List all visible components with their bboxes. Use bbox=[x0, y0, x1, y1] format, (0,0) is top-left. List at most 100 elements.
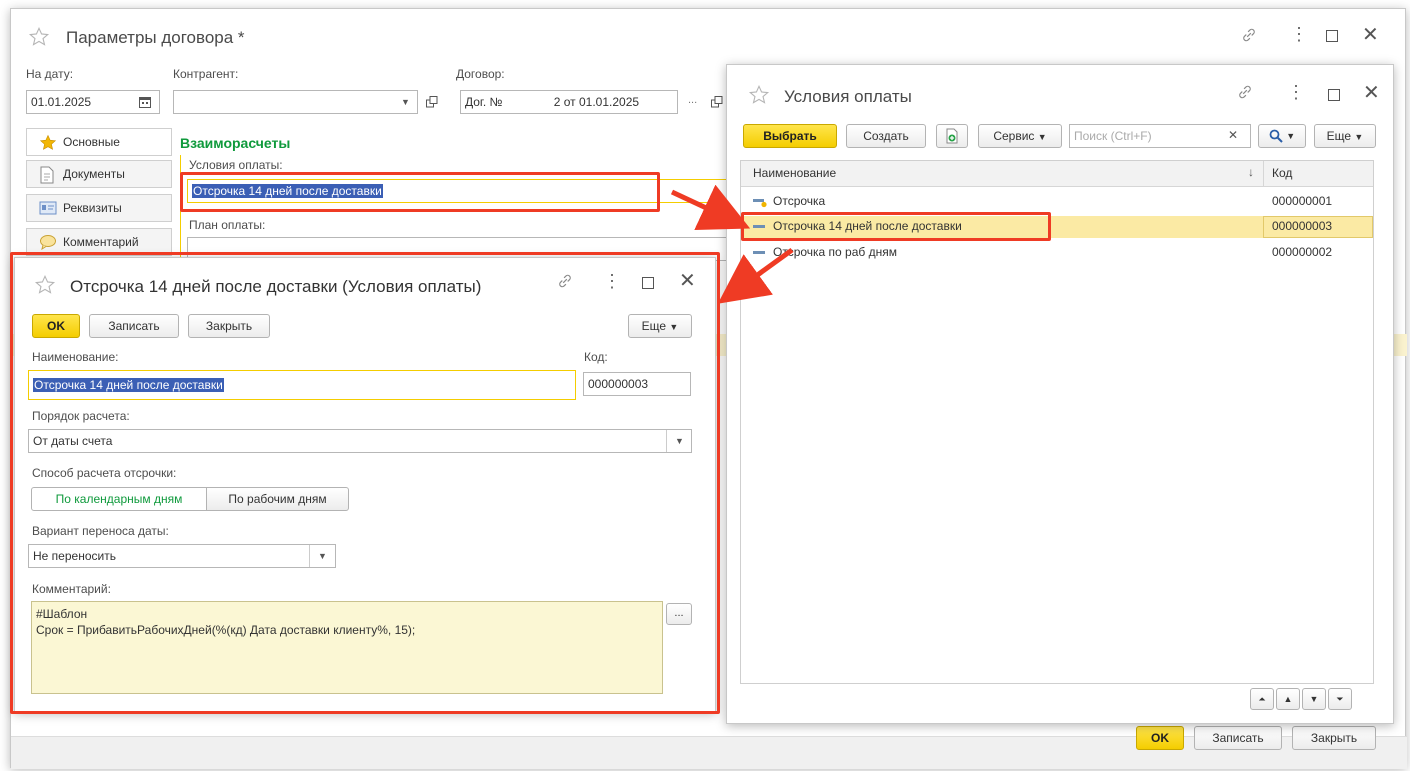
service-label: Сервис bbox=[993, 129, 1035, 143]
favorite-star-icon[interactable] bbox=[34, 274, 56, 296]
document-icon bbox=[40, 166, 54, 184]
chevron-down-icon[interactable]: ▼ bbox=[318, 551, 327, 561]
comment-label: Комментарий: bbox=[32, 582, 111, 596]
date-shift-select[interactable]: Не переносить bbox=[28, 544, 336, 568]
name-value: Отсрочка 14 дней после доставки bbox=[33, 378, 224, 392]
link-icon[interactable] bbox=[556, 272, 574, 290]
work-days-option[interactable]: По рабочим дням bbox=[206, 487, 349, 511]
contract-choose-icon[interactable]: ... bbox=[688, 94, 697, 106]
col-code-header[interactable]: Код bbox=[1272, 166, 1292, 180]
payment-terms-field[interactable]: Отсрочка 14 дней после доставки bbox=[187, 179, 727, 203]
code-input[interactable]: 000000003 bbox=[583, 372, 691, 396]
main-close-button[interactable]: Закрыть bbox=[1292, 726, 1376, 750]
maximize-icon[interactable] bbox=[1326, 30, 1338, 42]
item-window-title: Отсрочка 14 дней после доставки (Условия… bbox=[70, 277, 482, 296]
select-button[interactable]: Выбрать bbox=[743, 124, 837, 148]
col-name-header[interactable]: Наименование bbox=[753, 166, 836, 180]
tab-requisites[interactable]: Реквизиты bbox=[26, 194, 172, 222]
more-actions-icon[interactable]: ⋮ bbox=[1290, 24, 1308, 45]
scroll-up-button[interactable]: ▲ bbox=[1276, 688, 1300, 710]
main-save-button[interactable]: Записать bbox=[1194, 726, 1282, 750]
chevron-down-icon: ▼ bbox=[1037, 132, 1047, 142]
search-placeholder: Поиск (Ctrl+F) bbox=[1074, 129, 1152, 143]
date-shift-divider bbox=[309, 545, 310, 567]
more-actions-icon[interactable]: ⋮ bbox=[603, 271, 621, 292]
contract-suffix: 2 от 01.01.2025 bbox=[553, 95, 640, 109]
counterparty-label: Контрагент: bbox=[173, 67, 239, 81]
payment-plan-label: План оплаты: bbox=[189, 218, 266, 232]
close-icon[interactable]: ✕ bbox=[1363, 80, 1380, 105]
list-window-title: Условия оплаты bbox=[784, 87, 912, 106]
more-actions-icon[interactable]: ⋮ bbox=[1287, 82, 1305, 103]
link-icon[interactable] bbox=[1236, 83, 1254, 101]
row-name: Отсрочка по раб дням bbox=[773, 245, 897, 259]
counterparty-dropdown-icon[interactable]: ▼ bbox=[401, 97, 410, 107]
tab-comment-label: Комментарий bbox=[63, 235, 139, 249]
item-icon bbox=[753, 225, 765, 228]
maximize-icon[interactable] bbox=[1328, 89, 1340, 101]
comment-line-1: #Шаблон bbox=[36, 607, 88, 621]
row-code: 000000002 bbox=[1272, 245, 1333, 259]
more-label: Еще bbox=[641, 319, 667, 333]
tab-requisites-label: Реквизиты bbox=[63, 201, 122, 215]
clear-search-icon[interactable]: ✕ bbox=[1228, 128, 1238, 142]
more-label: Еще bbox=[1326, 129, 1352, 143]
name-input[interactable]: Отсрочка 14 дней после доставки bbox=[28, 370, 576, 400]
chevron-down-icon: ▼ bbox=[669, 322, 679, 332]
card-icon bbox=[39, 201, 57, 215]
list-search-input[interactable]: Поиск (Ctrl+F) bbox=[1069, 124, 1251, 148]
item-ok-button[interactable]: OK bbox=[32, 314, 80, 338]
item-more-button[interactable]: Еще ▼ bbox=[628, 314, 692, 338]
row-name: Отсрочка 14 дней после доставки bbox=[773, 219, 962, 233]
counterparty-field[interactable] bbox=[173, 90, 418, 114]
item-save-button[interactable]: Записать bbox=[89, 314, 179, 338]
section-title: Взаиморасчеты bbox=[180, 135, 291, 151]
calendar-icon[interactable] bbox=[138, 95, 152, 109]
link-icon[interactable] bbox=[1240, 26, 1258, 44]
favorite-star-icon[interactable] bbox=[748, 84, 770, 106]
scroll-top-button[interactable]: ⏶ bbox=[1250, 688, 1274, 710]
name-label: Наименование: bbox=[32, 350, 119, 364]
tab-comment[interactable]: Комментарий bbox=[26, 228, 172, 256]
item-icon bbox=[753, 251, 765, 254]
star-tab-icon bbox=[39, 134, 57, 150]
search-button[interactable]: ▼ bbox=[1258, 124, 1306, 148]
tab-main-label: Основные bbox=[63, 135, 120, 149]
chevron-down-icon[interactable]: ▼ bbox=[675, 436, 684, 446]
calc-order-select[interactable]: От даты счета bbox=[28, 429, 692, 453]
scroll-down-button[interactable]: ▼ bbox=[1302, 688, 1326, 710]
add-copy-icon bbox=[946, 128, 958, 144]
main-ok-button[interactable]: OK bbox=[1136, 726, 1184, 750]
contract-field[interactable]: Дог. № 2 от 01.01.2025 bbox=[460, 90, 678, 114]
service-button[interactable]: Сервис ▼ bbox=[978, 124, 1062, 148]
payment-terms-value: Отсрочка 14 дней после доставки bbox=[192, 184, 383, 198]
calc-order-value: От даты счета bbox=[33, 434, 113, 448]
row-code: 000000003 bbox=[1272, 219, 1333, 233]
tab-main[interactable]: Основные bbox=[26, 128, 172, 156]
open-contract-icon[interactable] bbox=[710, 95, 724, 109]
list-table bbox=[740, 160, 1374, 684]
comment-textarea[interactable]: #Шаблон Срок = ПрибавитьРабочихДней(%(кд… bbox=[31, 601, 663, 694]
favorite-star-icon[interactable] bbox=[28, 26, 50, 48]
open-counterparty-icon[interactable] bbox=[425, 95, 439, 109]
chevron-down-icon: ▼ bbox=[1354, 132, 1364, 142]
copy-item-button[interactable] bbox=[936, 124, 968, 148]
date-label: На дату: bbox=[26, 67, 74, 81]
delay-method-label: Способ расчета отсрочки: bbox=[32, 466, 177, 480]
code-label: Код: bbox=[584, 350, 608, 364]
search-icon bbox=[1269, 129, 1283, 143]
comment-ellipsis-button[interactable]: ... bbox=[666, 603, 692, 625]
contract-label: Договор: bbox=[456, 67, 505, 81]
tab-documents[interactable]: Документы bbox=[26, 160, 172, 188]
scroll-bottom-button[interactable]: ⏷ bbox=[1328, 688, 1352, 710]
comment-line-2: Срок = ПрибавитьРабочихДней(%(кд) Дата д… bbox=[36, 623, 416, 637]
date-shift-value: Не переносить bbox=[33, 549, 116, 563]
maximize-icon[interactable] bbox=[642, 277, 654, 289]
create-button[interactable]: Создать bbox=[846, 124, 926, 148]
item-close-button[interactable]: Закрыть bbox=[188, 314, 270, 338]
close-icon[interactable]: ✕ bbox=[1362, 22, 1379, 47]
code-value: 000000003 bbox=[588, 377, 649, 391]
close-icon[interactable]: ✕ bbox=[679, 268, 696, 293]
calendar-days-option[interactable]: По календарным дням bbox=[31, 487, 207, 511]
list-more-button[interactable]: Еще ▼ bbox=[1314, 124, 1376, 148]
